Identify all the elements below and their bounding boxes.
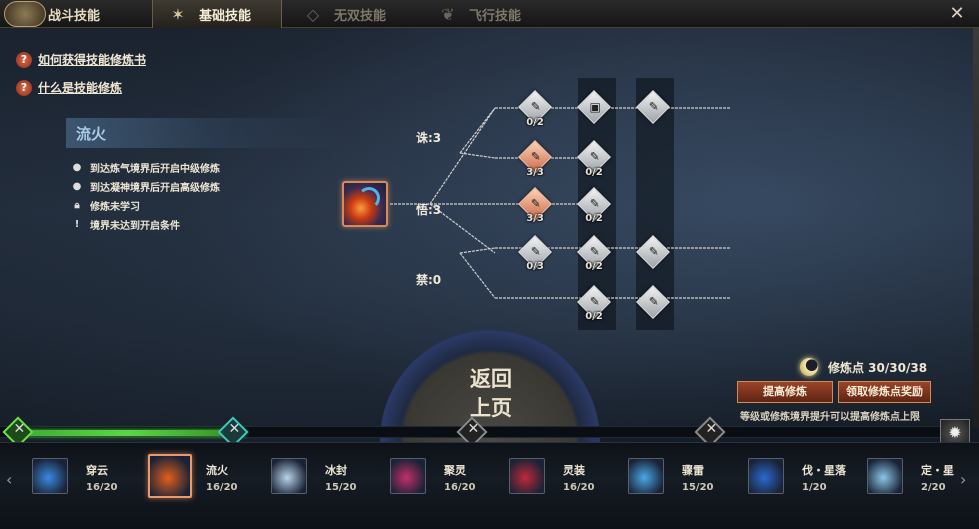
condition-row: 🔒︎ 修炼未学习 xyxy=(70,198,140,213)
skill-name: 骤雷 xyxy=(682,464,704,477)
skill-icon xyxy=(628,458,664,494)
branch-label-zhu: 诛:3 xyxy=(416,131,442,145)
condition-text: 到达凝神境界后开启高级修炼 xyxy=(90,183,220,194)
progress-fill xyxy=(10,430,245,436)
branch-link-top xyxy=(429,107,496,205)
node-count: 0/2 xyxy=(585,167,603,178)
skill-level: 16/20 xyxy=(563,482,595,493)
node-count: 3/3 xyxy=(526,167,544,178)
condition-row: ● 到达炼气境界后开启中级修炼 xyxy=(70,160,220,175)
condition-text: 修炼未学习 xyxy=(90,202,140,213)
wing-icon: ❦ xyxy=(441,4,455,24)
cultivation-hint: 等级或修炼境界提升可以提高修炼点上限 xyxy=(740,412,920,423)
moon-icon xyxy=(800,358,818,376)
cultivation-points-label: 修炼点 30/30/38 xyxy=(828,360,928,375)
return-button[interactable]: 返回 上页 xyxy=(463,364,519,422)
branch-label-wu: 悟:3 xyxy=(416,203,442,217)
branch-label-jin: 禁:0 xyxy=(416,273,442,287)
skill-bar xyxy=(0,442,979,529)
skill-name: 聚灵 xyxy=(444,464,466,477)
lock-icon: 🔒︎ xyxy=(74,200,80,211)
condition-text: 境界未达到开启条件 xyxy=(90,221,180,232)
skill-level: 16/20 xyxy=(444,482,476,493)
bullet-icon: ● xyxy=(72,162,82,173)
condition-text: 到达炼气境界后开启中级修炼 xyxy=(90,164,220,175)
help-link-label: 什么是技能修炼 xyxy=(38,81,123,95)
node-count: 0/2 xyxy=(526,117,544,128)
scroll-right-icon[interactable]: › xyxy=(960,470,966,489)
skill-name-title: 流火 xyxy=(76,125,107,143)
tab-bar: 战斗技能 ✶ 基础技能 ◇ 无双技能 ❦ 飞行技能 ✕ xyxy=(0,0,979,28)
skill-info-panel: 流火 ● 到达炼气境界后开启中级修炼 ● 到达凝神境界后开启高级修炼 🔒︎ 修炼… xyxy=(66,118,346,238)
node-count: 0/2 xyxy=(585,261,603,272)
skill-name: 穿云 xyxy=(86,464,108,477)
exclamation-icon: ! xyxy=(74,219,80,230)
skill-icon xyxy=(271,458,307,494)
question-icon: ? xyxy=(16,79,32,96)
node-count: 0/2 xyxy=(585,213,603,224)
skill-title-bar xyxy=(66,118,341,148)
skill-icon xyxy=(148,454,192,498)
skill-level: 15/20 xyxy=(325,482,357,493)
skill-icon xyxy=(509,458,545,494)
help-link-label: 如何获得技能修炼书 xyxy=(38,53,147,67)
tab-flight-skills[interactable]: ❦ 飞行技能 xyxy=(435,0,565,28)
raise-cultivation-button[interactable]: 提高修炼 xyxy=(737,381,833,403)
bullet-icon: ● xyxy=(72,181,82,192)
scrollbar[interactable] xyxy=(973,28,979,428)
tab-combat-skills-label: 战斗技能 xyxy=(48,8,101,24)
gem-icon: ◇ xyxy=(306,4,320,24)
scroll-left-icon[interactable]: ‹ xyxy=(6,470,12,489)
tab-combat-skills[interactable]: 战斗技能 xyxy=(48,0,148,28)
skill-level: 15/20 xyxy=(682,482,714,493)
node-count: 3/3 xyxy=(526,213,544,224)
node-count: 0/2 xyxy=(585,311,603,322)
claim-reward-button[interactable]: 领取修炼点奖励 xyxy=(838,381,931,403)
skill-name: 定・星 xyxy=(921,464,954,477)
skill-icon xyxy=(748,458,784,494)
skill-name: 流火 xyxy=(206,464,228,477)
cultivation-points: 修炼点 30/30/38 xyxy=(800,358,927,376)
question-icon: ? xyxy=(16,51,32,68)
return-label-line1: 返回 xyxy=(470,366,512,391)
skill-name: 冰封 xyxy=(325,464,347,477)
tab-flight-skills-label: 飞行技能 xyxy=(469,8,522,24)
skill-name: 灵装 xyxy=(563,464,585,477)
star-emblem-icon: ✶ xyxy=(171,4,185,24)
node-count: 0/3 xyxy=(526,261,544,272)
help-link-how-to-get-books[interactable]: ? 如何获得技能修炼书 xyxy=(16,51,146,68)
skill-icon xyxy=(867,458,903,494)
tab-basic-skills-label: 基础技能 xyxy=(199,8,252,24)
skill-level: 1/20 xyxy=(802,482,827,493)
tab-wushuang-skills-label: 无双技能 xyxy=(334,8,387,24)
close-icon[interactable]: ✕ xyxy=(947,4,967,24)
skill-icon xyxy=(32,458,68,494)
emblem-icon xyxy=(4,1,46,27)
skill-level: 16/20 xyxy=(206,482,238,493)
condition-row: ! 境界未达到开启条件 xyxy=(70,217,180,232)
skill-name: 伐・星落 xyxy=(802,464,846,477)
help-link-what-is-cultivation[interactable]: ? 什么是技能修炼 xyxy=(16,79,122,96)
flowing-fire-root-icon[interactable] xyxy=(342,181,388,227)
condition-row: ● 到达凝神境界后开启高级修炼 xyxy=(70,179,220,194)
skill-window: 战斗技能 ✶ 基础技能 ◇ 无双技能 ❦ 飞行技能 ✕ ? 如何获得技能修炼书 … xyxy=(0,0,979,529)
skill-icon xyxy=(390,458,426,494)
skill-level: 16/20 xyxy=(86,482,118,493)
tab-wushuang-skills[interactable]: ◇ 无双技能 xyxy=(300,0,430,28)
tab-basic-skills[interactable]: ✶ 基础技能 xyxy=(152,0,282,28)
skill-level: 2/20 xyxy=(921,482,946,493)
